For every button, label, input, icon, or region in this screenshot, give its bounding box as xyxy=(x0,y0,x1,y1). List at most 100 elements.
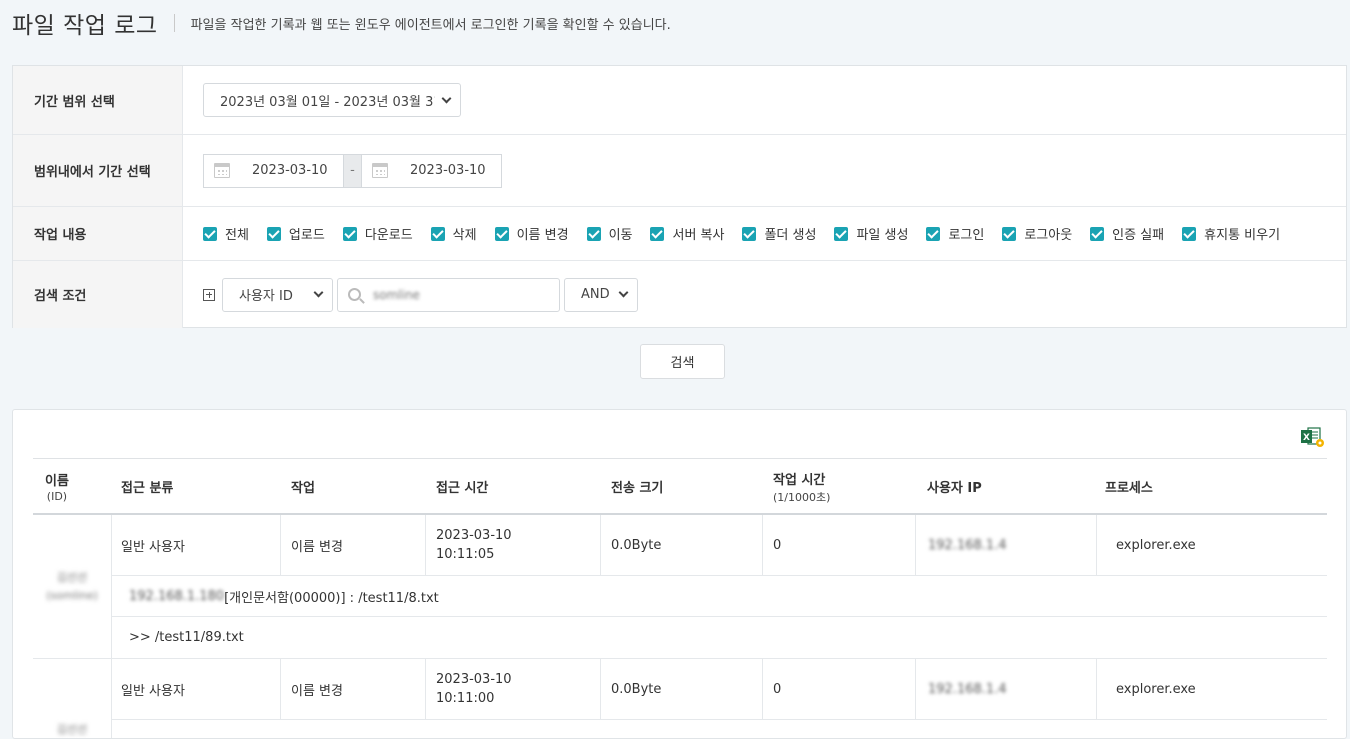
col-label: 전송 크기 xyxy=(611,481,664,496)
col-access-time: 접근 시간 xyxy=(436,459,488,514)
start-date-input[interactable]: 2023-03-10 xyxy=(203,153,344,188)
col-transfer-size: 전송 크기 xyxy=(611,459,663,514)
chevron-down-icon xyxy=(618,287,629,298)
work-time-cell: 0 xyxy=(763,515,916,575)
checkbox-checked-icon[interactable] xyxy=(430,226,445,241)
user-ip-cell: 192.168.1.4 xyxy=(916,515,1097,575)
filter-row-work-content: 작업 내용 전체 업로드 다운로드 삭제 이름 변경 이동 서버 복사 폴더 생… xyxy=(13,207,1346,261)
access-date: 2023-03-10 xyxy=(436,528,512,543)
checkbox-delete[interactable]: 삭제 xyxy=(430,224,477,243)
checkbox-label: 삭제 xyxy=(452,228,477,243)
end-date-input[interactable]: 2023-03-10 xyxy=(361,153,502,188)
checkbox-label: 이동 xyxy=(608,228,633,243)
user-name-cell: 김선선 (somline) xyxy=(33,515,112,658)
date-range-separator: - xyxy=(344,153,361,188)
operator-select[interactable]: AND xyxy=(564,277,638,312)
search-input[interactable]: somline xyxy=(337,277,560,312)
period-range-select[interactable]: 2023년 03월 01일 - 2023년 03월 31일 xyxy=(203,83,461,117)
checkbox-group: 전체 업로드 다운로드 삭제 이름 변경 이동 서버 복사 폴더 생성 파일 생… xyxy=(203,224,1298,243)
checkbox-upload[interactable]: 업로드 xyxy=(266,224,325,243)
checkbox-server-copy[interactable]: 서버 복사 xyxy=(650,224,724,243)
svg-text:X: X xyxy=(1303,433,1310,443)
period-range-value: 2023년 03월 01일 - 2023년 03월 31일 xyxy=(220,94,435,110)
checkbox-login[interactable]: 로그인 xyxy=(926,224,984,243)
page-title: 파일 작업 로그 xyxy=(12,13,158,39)
add-condition-icon[interactable] xyxy=(203,288,215,301)
col-label: 프로세스 xyxy=(1105,481,1153,496)
period-select-content: 2023-03-10 - 2023-03-10 xyxy=(183,135,1346,206)
access-type-cell: 일반 사용자 xyxy=(112,515,281,575)
checkbox-label: 이름 변경 xyxy=(516,228,569,243)
checkbox-checked-icon[interactable] xyxy=(834,226,849,241)
action-cell: 이름 변경 xyxy=(281,659,426,719)
user-ip: 192.168.1.4 xyxy=(928,537,1007,553)
table-row-group: 김선선 (somline) 일반 사용자 이름 변경 2023-03-10 10… xyxy=(33,659,1327,738)
checkbox-folder-create[interactable]: 폴더 생성 xyxy=(742,224,816,243)
access-time-cell: 2023-03-10 10:11:00 xyxy=(426,659,601,719)
source-path: [개인문서함(00000)] : /test11/8.txt xyxy=(224,590,439,606)
checkbox-label: 서버 복사 xyxy=(672,228,725,243)
col-label: 사용자 IP xyxy=(927,481,982,496)
search-input-value: somline xyxy=(373,287,420,302)
checkbox-rename[interactable]: 이름 변경 xyxy=(494,224,569,243)
checkbox-all[interactable]: 전체 xyxy=(203,224,249,243)
end-date-value: 2023-03-10 xyxy=(410,163,486,178)
checkbox-checked-icon[interactable] xyxy=(586,226,601,241)
access-clock: 10:11:05 xyxy=(436,547,495,562)
checkbox-empty-trash[interactable]: 휴지통 비우기 xyxy=(1182,224,1280,243)
checkbox-logout[interactable]: 로그아웃 xyxy=(1002,224,1072,243)
checkbox-label: 전체 xyxy=(225,228,249,243)
col-access-type: 접근 분류 xyxy=(121,459,173,514)
checkbox-checked-icon[interactable] xyxy=(650,226,665,241)
access-clock: 10:11:00 xyxy=(436,691,495,706)
checkbox-label: 폴더 생성 xyxy=(764,228,817,243)
search-condition-label: 검색 조건 xyxy=(13,261,183,328)
checkbox-label: 인증 실패 xyxy=(1112,228,1165,243)
process-cell: explorer.exe xyxy=(1116,681,1196,697)
checkbox-auth-fail[interactable]: 인증 실패 xyxy=(1090,224,1164,243)
user-name: 김선선 xyxy=(56,723,88,736)
checkbox-checked-icon[interactable] xyxy=(203,226,217,241)
transfer-size-cell: 0.0Byte xyxy=(601,659,763,719)
col-label: 이름 xyxy=(45,474,69,489)
checkbox-checked-icon[interactable] xyxy=(1182,226,1197,241)
col-label: 작업 xyxy=(291,481,315,496)
user-name-cell: 김선선 (somline) xyxy=(33,659,112,738)
checkbox-checked-icon[interactable] xyxy=(494,226,509,241)
checkbox-checked-icon[interactable] xyxy=(1090,226,1105,241)
checkbox-checked-icon[interactable] xyxy=(266,226,281,241)
excel-export-icon[interactable]: X xyxy=(1300,426,1326,448)
checkbox-label: 다운로드 xyxy=(364,228,413,243)
title-divider xyxy=(173,14,175,32)
checkbox-label: 로그인 xyxy=(948,228,985,243)
source-ip: 192.168.1.180 xyxy=(129,588,225,604)
work-content-options: 전체 업로드 다운로드 삭제 이름 변경 이동 서버 복사 폴더 생성 파일 생… xyxy=(183,207,1346,260)
page-description: 파일을 작업한 기록과 웹 또는 윈도우 에이전트에서 로그인한 기록을 확인할… xyxy=(190,17,671,33)
checkbox-checked-icon[interactable] xyxy=(742,226,757,241)
chevron-down-icon xyxy=(313,287,324,298)
checkbox-checked-icon[interactable] xyxy=(926,226,941,241)
col-process: 프로세스 xyxy=(1105,459,1153,514)
checkbox-file-create[interactable]: 파일 생성 xyxy=(834,224,908,243)
result-panel: X 이름 (ID) 접근 분류 작업 접근 시간 전송 크기 작업 시간 (1/… xyxy=(12,409,1347,739)
checkbox-move[interactable]: 이동 xyxy=(586,224,633,243)
calendar-icon xyxy=(214,163,230,178)
search-button[interactable]: 검색 xyxy=(640,344,725,379)
user-ip: 192.168.1.4 xyxy=(928,681,1007,697)
log-table: 이름 (ID) 접근 분류 작업 접근 시간 전송 크기 작업 시간 (1/10… xyxy=(33,458,1327,738)
operator-value: AND xyxy=(581,287,610,302)
action-cell: 이름 변경 xyxy=(281,515,426,575)
target-path-row: >> /test11/89.txt xyxy=(112,617,1327,658)
period-range-label: 기간 범위 선택 xyxy=(13,66,183,134)
search-icon xyxy=(348,288,361,301)
table-header: 이름 (ID) 접근 분류 작업 접근 시간 전송 크기 작업 시간 (1/10… xyxy=(33,458,1327,515)
calendar-icon xyxy=(372,163,388,178)
checkbox-checked-icon[interactable] xyxy=(1002,226,1017,241)
start-date-value: 2023-03-10 xyxy=(252,163,328,178)
search-condition-content: 사용자 ID somline AND xyxy=(183,261,1346,328)
checkbox-checked-icon[interactable] xyxy=(342,226,357,241)
user-ip-cell: 192.168.1.4 xyxy=(916,659,1097,719)
search-field-select[interactable]: 사용자 ID xyxy=(222,277,333,312)
checkbox-download[interactable]: 다운로드 xyxy=(342,224,413,243)
checkbox-label: 휴지통 비우기 xyxy=(1204,228,1281,243)
